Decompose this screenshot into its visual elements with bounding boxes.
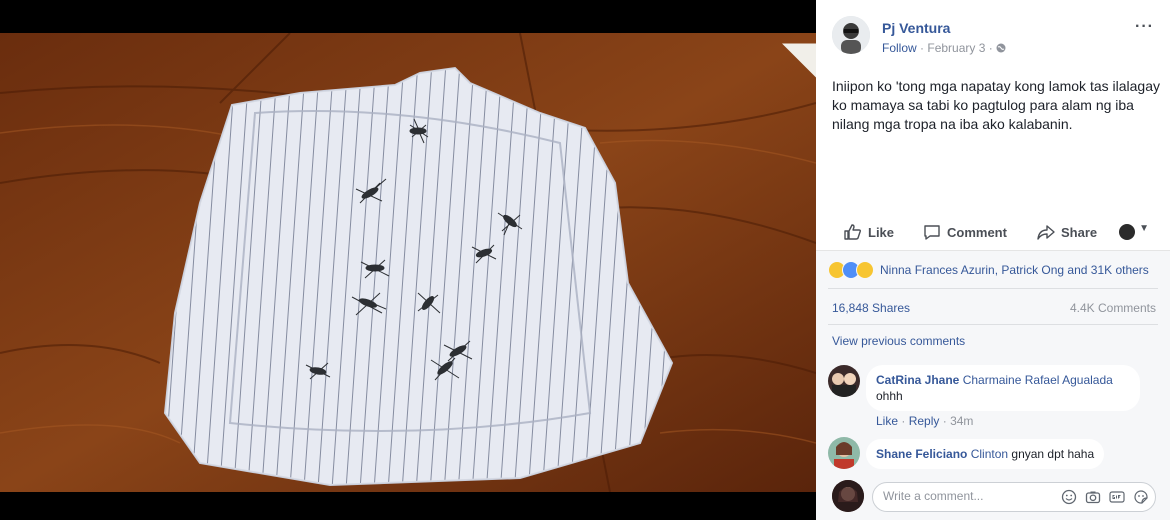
globe-icon <box>996 43 1006 53</box>
emoji-icon[interactable] <box>1061 489 1077 505</box>
reaction-names[interactable]: Ninna Frances Azurin, Patrick Ong and 31… <box>880 263 1149 277</box>
comment-reply-link[interactable]: Reply <box>909 414 940 428</box>
author-name[interactable]: Pj Ventura <box>882 20 950 36</box>
post-sidebar: Pj Ventura Follow · February 3 · ··· Ini… <box>816 0 1170 520</box>
follow-link[interactable]: Follow <box>882 41 917 55</box>
commenter-avatar[interactable] <box>828 365 860 397</box>
divider <box>828 324 1158 325</box>
tagged-user[interactable]: Charmaine Rafael Agualada <box>963 373 1113 387</box>
camera-icon[interactable] <box>1085 489 1101 505</box>
comment-icon <box>924 225 940 240</box>
gif-icon[interactable] <box>1109 489 1125 505</box>
share-button[interactable]: Share <box>1037 223 1097 241</box>
photo-viewer[interactable] <box>0 0 816 520</box>
comment-bubble: Shane Feliciano Clinton gnyan dpt haha <box>866 439 1105 469</box>
post-text: Iniipon ko 'tong mga napatay kong lamok … <box>832 78 1160 132</box>
comment-input-box[interactable] <box>872 482 1156 512</box>
tagged-user[interactable]: Clinton <box>971 447 1008 461</box>
comment-bubble: CatRina Jhane Charmaine Rafael Agualada … <box>866 365 1140 411</box>
comment-input[interactable] <box>883 489 1053 503</box>
chevron-down-icon[interactable]: ▼ <box>1139 223 1149 234</box>
comments-panel: Ninna Frances Azurin, Patrick Ong and 31… <box>816 251 1170 520</box>
more-options-button[interactable]: ··· <box>1135 18 1154 36</box>
action-bar: Like Comment Share ▼ <box>816 214 1170 251</box>
comment-text: gnyan dpt haha <box>1011 447 1095 461</box>
divider <box>828 288 1158 289</box>
meta-dot: · <box>920 41 925 55</box>
comment-text: ohhh <box>876 389 903 403</box>
corner-graphic <box>782 43 816 78</box>
comment-like-link[interactable]: Like <box>876 414 898 428</box>
share-label: Share <box>1061 224 1098 240</box>
commenter-name[interactable]: Shane Feliciano <box>876 447 967 461</box>
post-photo[interactable] <box>0 33 816 492</box>
author-avatar[interactable] <box>832 16 870 54</box>
comments-count[interactable]: 4.4K Comments <box>1070 301 1156 315</box>
like-label: Like <box>868 224 895 240</box>
post-date[interactable]: February 3 <box>927 41 985 55</box>
comment-button[interactable]: Comment <box>923 223 1007 241</box>
commenter-avatar[interactable] <box>828 437 860 469</box>
comment-label: Comment <box>947 224 1007 240</box>
commenter-name[interactable]: CatRina Jhane <box>876 373 959 387</box>
post-meta: Follow · February 3 · <box>882 41 1006 55</box>
like-button[interactable]: Like <box>844 223 894 241</box>
post-header: Pj Ventura Follow · February 3 · ··· <box>816 0 1170 68</box>
current-user-avatar <box>832 480 864 512</box>
sticker-icon[interactable] <box>1133 489 1149 505</box>
like-icon <box>844 224 862 240</box>
share-icon <box>1037 225 1055 240</box>
comment-time[interactable]: 34m <box>950 414 973 428</box>
shares-count[interactable]: 16,848 Shares <box>832 301 910 315</box>
comment-actions: Like · Reply · 34m <box>876 414 973 428</box>
view-previous-comments[interactable]: View previous comments <box>832 334 965 348</box>
sad-icon <box>856 261 874 279</box>
meta-dot: · <box>988 41 993 55</box>
reaction-summary[interactable]: Ninna Frances Azurin, Patrick Ong and 31… <box>828 261 1149 279</box>
comment-sep: · <box>901 414 906 428</box>
reaction-identity-avatar[interactable] <box>1119 224 1135 240</box>
comment-sep: · <box>942 414 947 428</box>
